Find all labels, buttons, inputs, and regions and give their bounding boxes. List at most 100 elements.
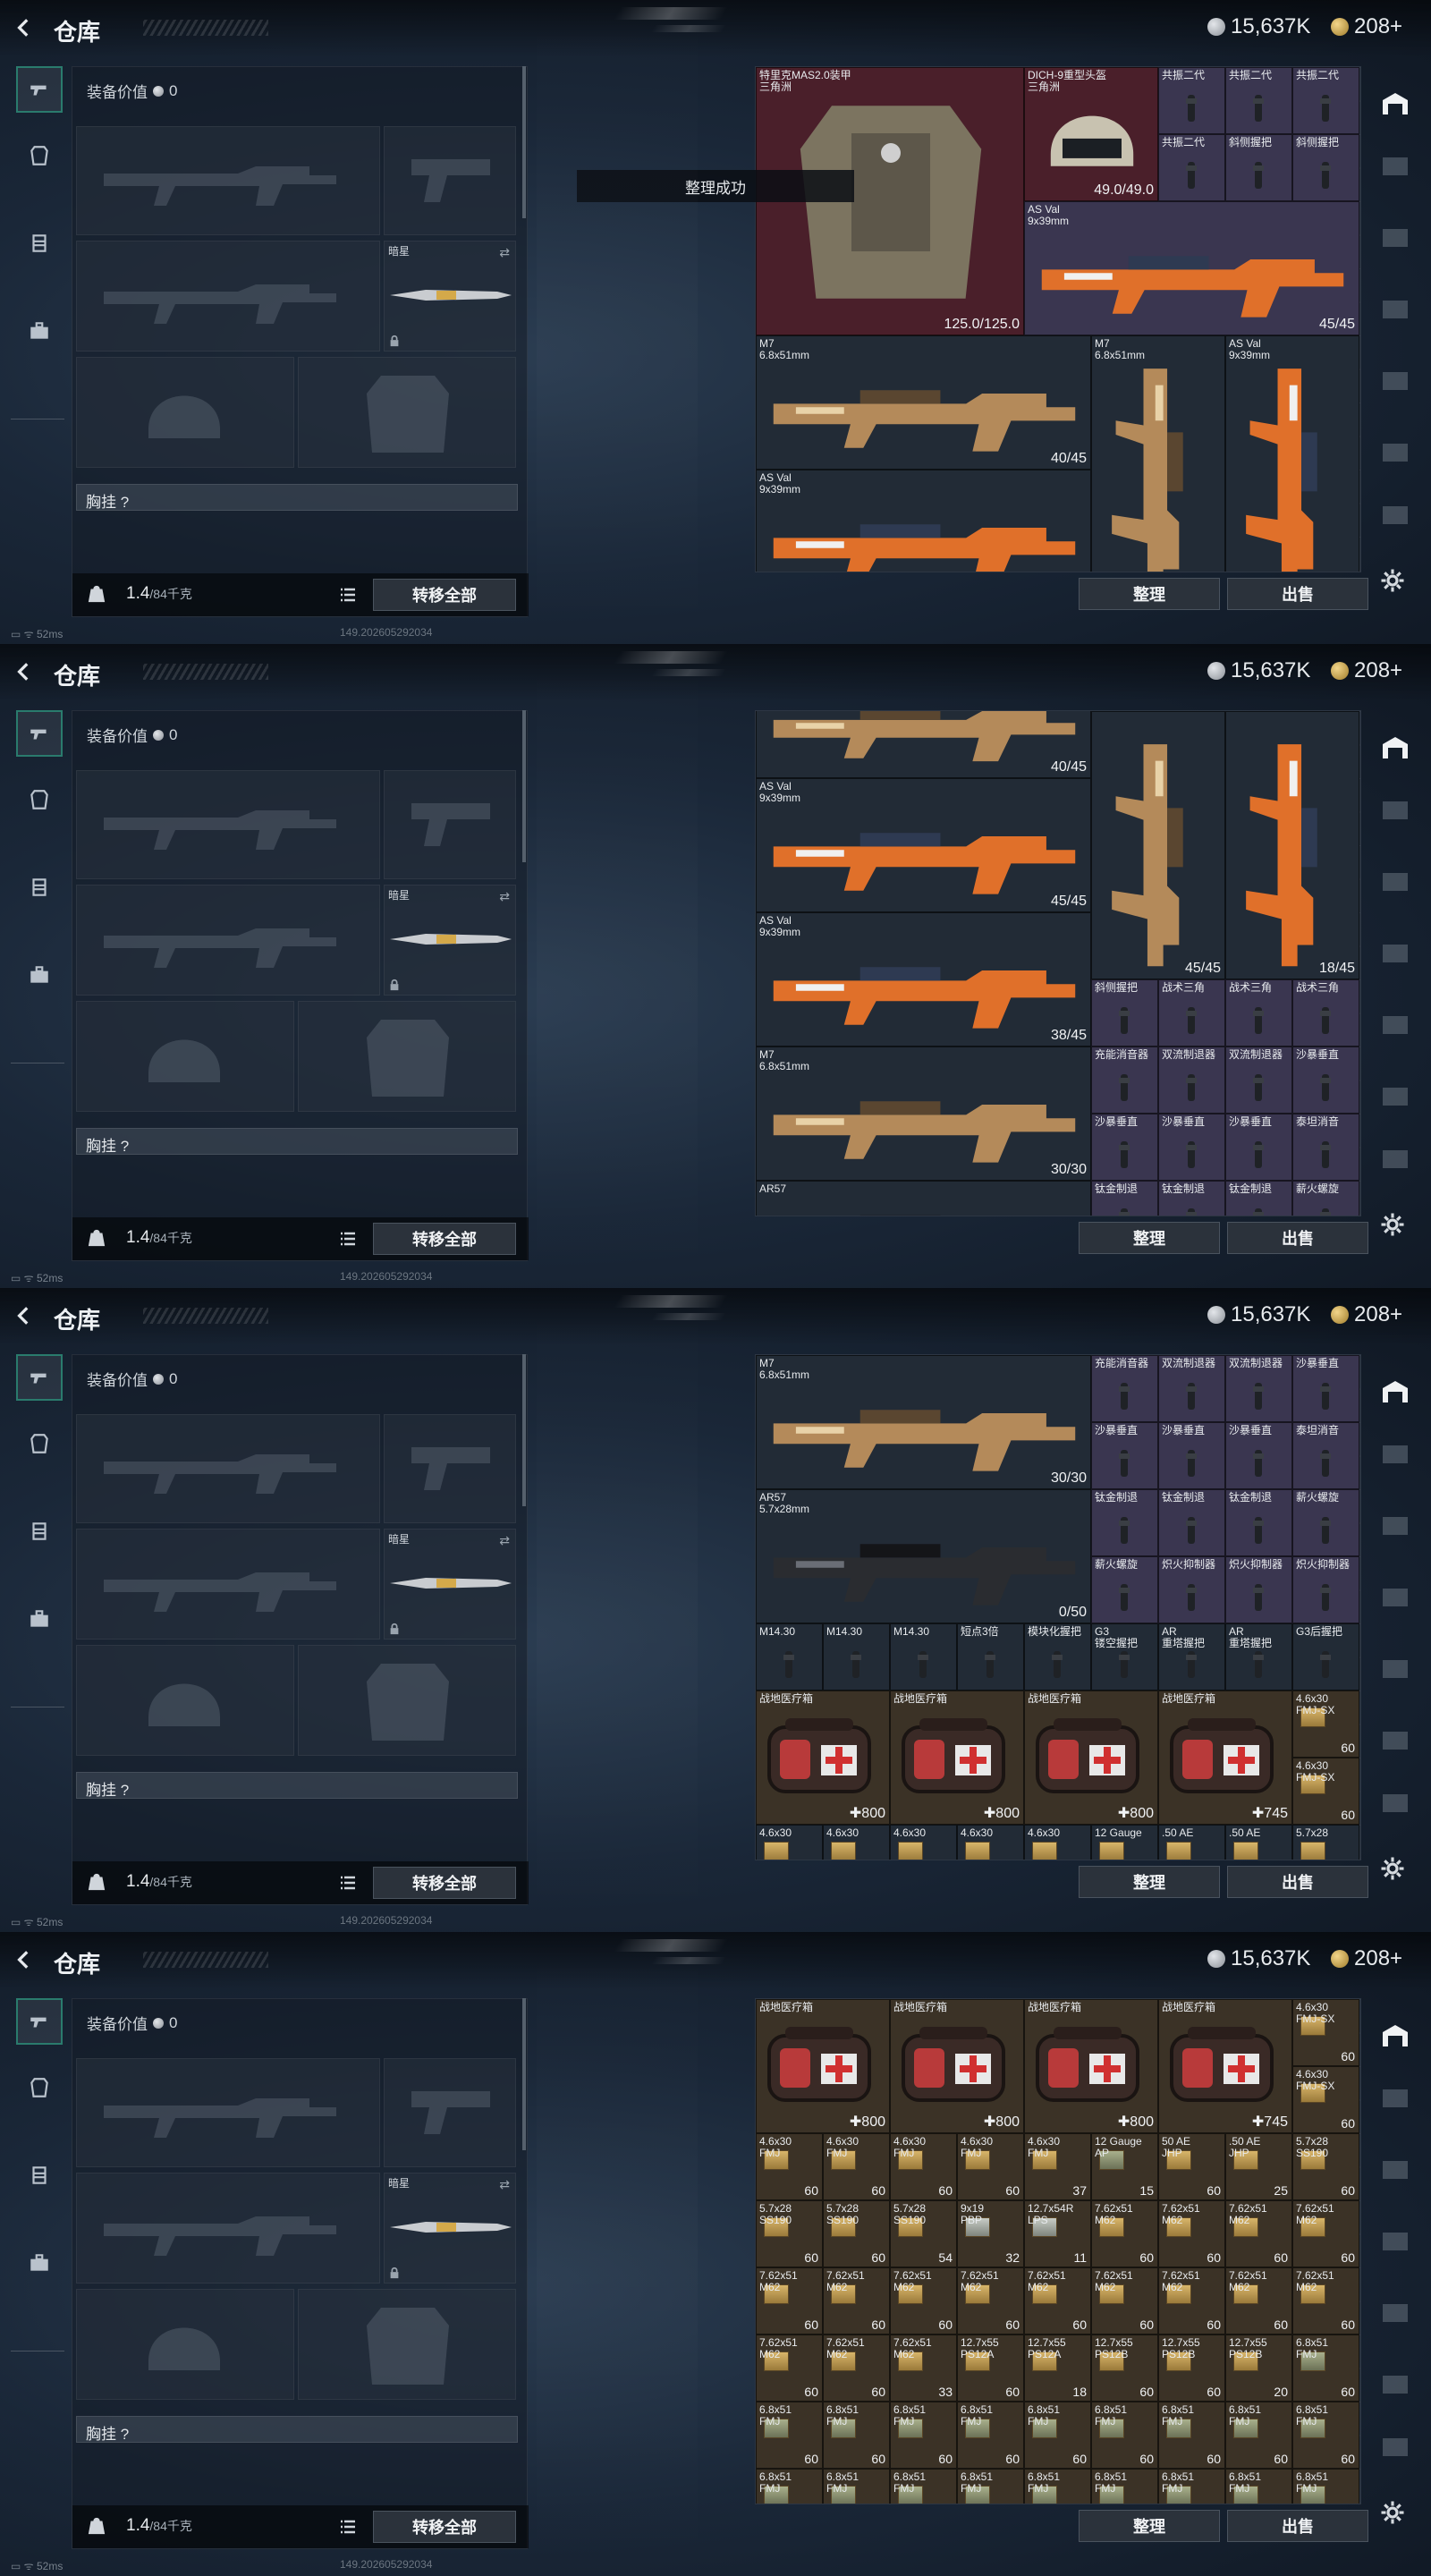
stash-item[interactable]: AS Val 9x39mm bbox=[1225, 335, 1359, 572]
list-icon[interactable] bbox=[339, 1874, 357, 1892]
chest-rig-slot[interactable]: 胸挂 ? bbox=[76, 1128, 518, 1155]
stash-item[interactable]: 4.6x30 bbox=[957, 1825, 1024, 1860]
secondary-weapon-slot[interactable] bbox=[76, 241, 380, 352]
stash-item[interactable]: 7.62x51 M62 60 bbox=[1158, 2267, 1225, 2334]
stash-item[interactable]: 7.62x51 M62 60 bbox=[756, 2267, 823, 2334]
loadout-scrollbar[interactable] bbox=[522, 1354, 526, 1506]
stash-item[interactable]: 6.8x51 FMJ60 bbox=[890, 2469, 957, 2504]
container-tab-icon[interactable] bbox=[1379, 1726, 1411, 1755]
container-tab-icon[interactable] bbox=[1379, 796, 1411, 825]
stash-item[interactable]: 5.7x28 SS190 60 bbox=[1292, 2133, 1359, 2200]
stash-item[interactable]: 短点3倍 bbox=[957, 1623, 1024, 1690]
stash-item[interactable]: 沙暴垂直 bbox=[1225, 1422, 1292, 1489]
swap-icon[interactable]: ⇄ bbox=[499, 889, 510, 904]
nav-armor[interactable] bbox=[16, 1420, 63, 1467]
stash-item[interactable]: 共振二代 bbox=[1225, 67, 1292, 134]
stash-item[interactable]: AR57 bbox=[756, 1181, 1091, 1216]
container-tab-icon[interactable] bbox=[1379, 1082, 1411, 1111]
stash-item[interactable]: 沙暴垂直 bbox=[1292, 1355, 1359, 1422]
stash-item[interactable]: 7.62x51 M62 60 bbox=[1024, 2267, 1091, 2334]
loadout-scrollbar[interactable] bbox=[522, 1998, 526, 2150]
stash-item[interactable]: 40/45 bbox=[756, 711, 1091, 778]
stash-item[interactable]: 战地医疗箱 ✚800 bbox=[890, 1999, 1024, 2133]
armor-slot[interactable] bbox=[298, 1001, 516, 1112]
stash-item[interactable]: 共振二代 bbox=[1158, 67, 1225, 134]
container-tab-icon[interactable] bbox=[1379, 1011, 1411, 1039]
stash-item[interactable]: 战术三角 bbox=[1292, 979, 1359, 1046]
container-tab-icon[interactable] bbox=[1379, 2433, 1411, 2462]
stash-icon[interactable] bbox=[1379, 89, 1411, 118]
stash-item[interactable]: 4.6x30 FMJ 60 bbox=[756, 2133, 823, 2200]
stash-item[interactable]: AS Val 9x39mm 45/45 bbox=[1024, 201, 1359, 335]
nav-weapons[interactable] bbox=[16, 66, 63, 113]
container-tab-icon[interactable] bbox=[1379, 152, 1411, 181]
stash-item[interactable]: 钛金制退 bbox=[1091, 1489, 1158, 1556]
stash-item[interactable]: 炽火抑制器 bbox=[1158, 1556, 1225, 1623]
pistol-slot[interactable] bbox=[384, 770, 516, 879]
sell-button[interactable]: 出售 bbox=[1227, 578, 1368, 610]
stash-item[interactable]: 12 Gauge bbox=[1091, 1825, 1158, 1860]
stash-item[interactable]: 沙暴垂直 bbox=[1225, 1114, 1292, 1181]
stash-item[interactable]: M7 6.8x51mm 30/30 bbox=[756, 1046, 1091, 1181]
stash-item[interactable]: 钛金制退 bbox=[1158, 1489, 1225, 1556]
nav-armor[interactable] bbox=[16, 776, 63, 823]
stash-item[interactable]: .50 AE bbox=[1158, 1825, 1225, 1860]
chest-rig-slot[interactable]: 胸挂 ? bbox=[76, 2416, 518, 2443]
stash-icon[interactable] bbox=[1379, 2021, 1411, 2050]
stash-item[interactable]: 7.62x51 M62 60 bbox=[823, 2334, 890, 2402]
container-tab-icon[interactable] bbox=[1379, 295, 1411, 324]
stash-item[interactable]: 9x19 PBP 32 bbox=[957, 2200, 1024, 2267]
list-icon[interactable] bbox=[339, 1230, 357, 1248]
container-tab-icon[interactable] bbox=[1379, 2227, 1411, 2256]
stash-item[interactable]: 7.62x51 M62 60 bbox=[1292, 2200, 1359, 2267]
stash-item[interactable]: 沙暴垂直 bbox=[1091, 1422, 1158, 1489]
primary-weapon-slot[interactable] bbox=[76, 1414, 380, 1523]
melee-slot[interactable]: 暗星 ⇄ bbox=[384, 241, 516, 352]
container-tab-icon[interactable] bbox=[1379, 939, 1411, 968]
stash-item[interactable]: 战地医疗箱 ✚745 bbox=[1158, 1690, 1292, 1825]
stash-item[interactable]: AR57 5.7x28mm 0/50 bbox=[756, 1489, 1091, 1623]
stash-item[interactable]: 6.8x51 FMJ60 bbox=[1158, 2402, 1225, 2469]
stash-item[interactable]: 45/45 bbox=[1091, 711, 1225, 979]
stash-grid[interactable]: 战地医疗箱 ✚800 战地医疗箱 ✚800 战地医疗箱 ✚800 战地医疗箱 ✚745 4.6x… bbox=[755, 1998, 1361, 2504]
gold-currency[interactable]: 208+ bbox=[1331, 14, 1402, 39]
stash-item[interactable]: M7 6.8x51mm bbox=[1091, 335, 1225, 572]
stash-item[interactable]: M7 6.8x51mm 40/45 bbox=[756, 335, 1091, 470]
primary-weapon-slot[interactable] bbox=[76, 770, 380, 879]
stash-item[interactable]: 6.8x51 FMJ60 bbox=[823, 2469, 890, 2504]
stash-item[interactable]: 7.62x51 M62 60 bbox=[957, 2267, 1024, 2334]
container-tab-icon[interactable] bbox=[1379, 2084, 1411, 2113]
stash-item[interactable]: 6.8x51 FMJ60 bbox=[890, 2402, 957, 2469]
stash-item[interactable]: 沙暴垂直 bbox=[1292, 1046, 1359, 1114]
container-tab-icon[interactable] bbox=[1379, 1145, 1411, 1174]
container-tab-icon[interactable] bbox=[1379, 2299, 1411, 2327]
stash-item[interactable]: 充能消音器 bbox=[1091, 1046, 1158, 1114]
nav-backpack[interactable] bbox=[16, 308, 63, 354]
helmet-slot[interactable] bbox=[76, 1645, 294, 1756]
stash-item[interactable]: 战地医疗箱 ✚800 bbox=[1024, 1999, 1158, 2133]
loadout-scrollbar[interactable] bbox=[522, 710, 526, 862]
nav-rig[interactable] bbox=[16, 864, 63, 911]
nav-backpack[interactable] bbox=[16, 2240, 63, 2286]
stash-item[interactable]: 7.62x51 M62 60 bbox=[823, 2267, 890, 2334]
stash-item[interactable]: 5.7x28 SS190 60 bbox=[756, 2200, 823, 2267]
stash-item[interactable]: 6.8x51 FMJ60 bbox=[756, 2402, 823, 2469]
helmet-slot[interactable] bbox=[76, 357, 294, 468]
loadout-scrollbar[interactable] bbox=[522, 66, 526, 218]
container-tab-icon[interactable] bbox=[1379, 2156, 1411, 2184]
settings-gear-icon[interactable] bbox=[1379, 1211, 1406, 1238]
stash-item[interactable]: 7.62x51 M62 33 bbox=[890, 2334, 957, 2402]
stash-grid[interactable]: 40/45 AS Val 9x39mm 45/45 45/45 18/45 AS Val … bbox=[755, 710, 1361, 1216]
chest-rig-slot[interactable]: 胸挂 ? bbox=[76, 484, 518, 511]
swap-icon[interactable]: ⇄ bbox=[499, 2177, 510, 2192]
stash-item[interactable]: DICH-9重型头盔 三角洲 49.0/49.0 bbox=[1024, 67, 1158, 201]
nav-weapons[interactable] bbox=[16, 1354, 63, 1401]
stash-item[interactable]: 战术三角 bbox=[1158, 979, 1225, 1046]
nav-armor[interactable] bbox=[16, 132, 63, 179]
stash-item[interactable]: 4.6x30 FMJ-SX 60 bbox=[1292, 1758, 1359, 1825]
stash-item[interactable]: 4.6x30 bbox=[823, 1825, 890, 1860]
settings-gear-icon[interactable] bbox=[1379, 2499, 1406, 2526]
stash-item[interactable]: 12.7x55 PS12B 60 bbox=[1158, 2334, 1225, 2402]
container-tab-icon[interactable] bbox=[1379, 224, 1411, 252]
nav-armor[interactable] bbox=[16, 2064, 63, 2111]
